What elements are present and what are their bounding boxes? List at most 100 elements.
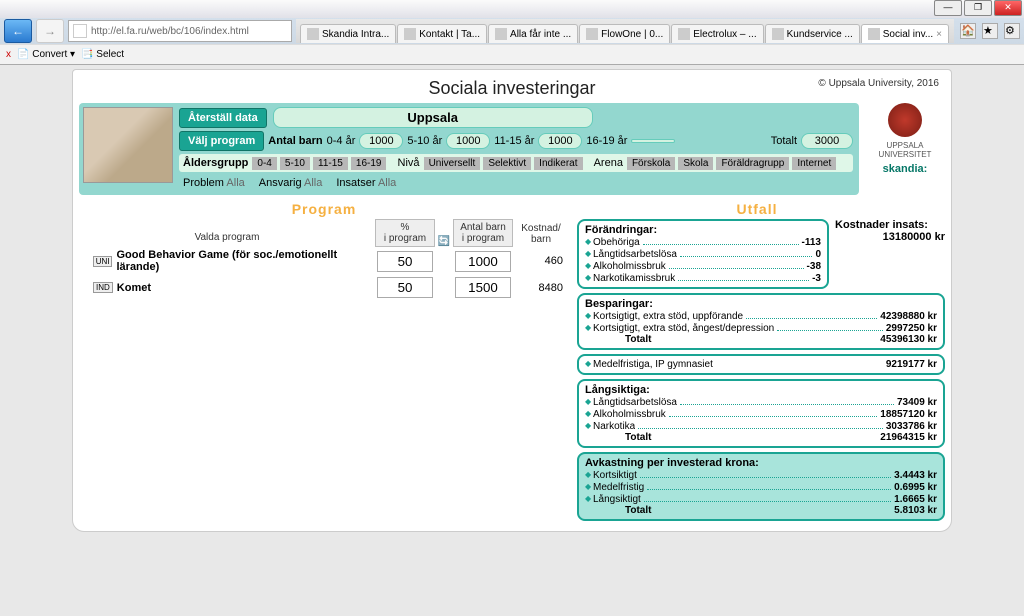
- browser-tab[interactable]: Kontakt | Ta...: [397, 24, 487, 43]
- program-tag: IND: [93, 282, 113, 293]
- besparingar-item-value: 42398880 kr: [880, 311, 937, 322]
- browser-tab[interactable]: Skandia Intra...: [300, 24, 396, 43]
- tab-favicon-icon: [772, 28, 784, 40]
- besparingar-item-label: Kortsigtigt, extra stöd, uppförande: [585, 311, 743, 322]
- tab-favicon-icon: [495, 28, 507, 40]
- niva-filter-pill[interactable]: Universellt: [424, 157, 481, 170]
- age-group-input[interactable]: 1000: [538, 133, 582, 149]
- tab-label: Social inv...: [883, 29, 933, 40]
- age-group-input[interactable]: 1000: [359, 133, 403, 149]
- antal-barn-label: Antal barn: [268, 135, 322, 147]
- roi-item-label: Kortsiktigt: [585, 470, 637, 481]
- problem-value[interactable]: Alla: [226, 177, 244, 189]
- program-antal-input[interactable]: [455, 251, 511, 272]
- problem-label: Problem: [183, 177, 224, 189]
- tab-label: Kundservice ...: [787, 29, 853, 40]
- titlebar: — ❐ ✕: [0, 0, 1024, 18]
- niva-filter-pill[interactable]: Selektivt: [483, 157, 531, 170]
- age-filter-pill[interactable]: 16-19: [351, 157, 387, 170]
- program-pct-input[interactable]: [377, 277, 433, 298]
- browser-chrome: — ❐ ✕ ← → http://el.fa.ru/web/bc/106/ind…: [0, 0, 1024, 65]
- program-pct-input[interactable]: [377, 251, 433, 272]
- age-group-label: 0-4 år: [327, 135, 356, 147]
- program-antal-input[interactable]: [455, 277, 511, 298]
- url-bar[interactable]: http://el.fa.ru/web/bc/106/index.html: [68, 20, 292, 42]
- arena-filter-pill[interactable]: Skola: [678, 157, 713, 170]
- program-kost: 460: [513, 255, 569, 267]
- insatser-value[interactable]: Alla: [378, 177, 396, 189]
- municipality-selector[interactable]: Uppsala: [273, 107, 593, 128]
- program-name[interactable]: Good Behavior Game (för soc./emotionellt…: [116, 249, 375, 273]
- kostnader-label: Kostnader insats:: [835, 219, 945, 231]
- tools-icon[interactable]: ⚙: [1004, 23, 1020, 39]
- forandringar-item-label: Långtidsarbetslösa: [585, 249, 677, 260]
- medel-value: 9219177 kr: [886, 359, 937, 370]
- langsiktiga-card: Långsiktiga: Långtidsarbetslösa73409 krA…: [577, 379, 945, 448]
- toolbar-close-icon[interactable]: x: [6, 49, 11, 60]
- tab-favicon-icon: [307, 28, 319, 40]
- select-button[interactable]: 📑 Select: [81, 49, 124, 60]
- besparingar-item: Kortsigtigt, extra stöd, ångest/depressi…: [585, 322, 937, 334]
- window-minimize-button[interactable]: —: [934, 0, 962, 16]
- lang-item-value: 3033786 kr: [886, 421, 937, 432]
- browser-tab[interactable]: FlowOne | 0...: [579, 24, 670, 43]
- besparingar-card: Besparingar: Kortsigtigt, extra stöd, up…: [577, 293, 945, 350]
- forandringar-item: Långtidsarbetslösa0: [585, 248, 821, 260]
- program-column: Valda program %i program 🔄 Antal barni p…: [79, 219, 569, 521]
- kostnader-block: Kostnader insats: 13180000 kr: [835, 219, 945, 289]
- utfall-column: Förändringar: Obehöriga-113Långtidsarbet…: [577, 219, 945, 521]
- programs-head-antal: Antal barni program: [453, 219, 513, 247]
- choose-program-button[interactable]: Välj program: [179, 131, 264, 151]
- header-photo: [83, 107, 173, 183]
- roi-item-value: 1.6665 kr: [894, 494, 937, 505]
- roi-item-label: Långsiktigt: [585, 494, 641, 505]
- age-group-input[interactable]: [631, 139, 675, 143]
- forandringar-item-value: -3: [812, 273, 821, 284]
- tab-close-icon[interactable]: ×: [936, 29, 942, 40]
- restore-data-button[interactable]: Återställ data: [179, 108, 267, 128]
- age-filter-pill[interactable]: 0-4: [252, 157, 276, 170]
- age-filter-pill[interactable]: 11-15: [313, 157, 348, 170]
- problem-row: Problem Alla Ansvarig Alla Insatser Alla: [179, 175, 853, 191]
- age-filter-pill[interactable]: 5-10: [280, 157, 310, 170]
- tab-label: FlowOne | 0...: [601, 29, 663, 40]
- ansvarig-value[interactable]: Alla: [304, 177, 322, 189]
- tab-strip: Skandia Intra...Kontakt | Ta...Alla får …: [296, 19, 954, 43]
- browser-tab[interactable]: Social inv... ×: [861, 24, 949, 43]
- besparingar-title: Besparingar:: [585, 298, 653, 310]
- forandringar-title: Förändringar:: [585, 224, 657, 236]
- program-name[interactable]: Komet: [117, 282, 151, 294]
- window-maximize-button[interactable]: ❐: [964, 0, 992, 16]
- browser-tab[interactable]: Electrolux – ...: [671, 24, 763, 43]
- program-row: INDKomet8480: [79, 275, 569, 300]
- window-close-button[interactable]: ✕: [994, 0, 1022, 16]
- program-tag: UNI: [93, 256, 113, 267]
- roi-item: Medelfristig0.6995 kr: [585, 481, 937, 493]
- arena-filter-pill[interactable]: Föräldragrupp: [716, 157, 789, 170]
- tab-favicon-icon: [404, 28, 416, 40]
- age-group-input[interactable]: 1000: [446, 133, 490, 149]
- forandringar-item-label: Obehöriga: [585, 237, 640, 248]
- refresh-icon[interactable]: 🔄: [435, 236, 453, 247]
- programs-head-pct: %i program: [375, 219, 435, 247]
- nav-forward-button[interactable]: →: [36, 19, 64, 43]
- forandringar-card: Förändringar: Obehöriga-113Långtidsarbet…: [577, 219, 829, 289]
- arena-filter-pill[interactable]: Förskola: [627, 157, 675, 170]
- browser-tab[interactable]: Kundservice ...: [765, 24, 860, 43]
- tab-favicon-icon: [586, 28, 598, 40]
- totalt-label: Totalt: [771, 135, 797, 147]
- favorites-icon[interactable]: ★: [982, 23, 998, 39]
- nav-back-button[interactable]: ←: [4, 19, 32, 43]
- insatser-label: Insatser: [336, 177, 375, 189]
- medel-label: Medelfristiga, IP gymnasiet: [585, 359, 713, 370]
- arena-filter-pill[interactable]: Internet: [792, 157, 836, 170]
- besparingar-item: Kortsigtigt, extra stöd, uppförande 42398…: [585, 310, 937, 322]
- convert-button[interactable]: 📄 Convert ▾: [17, 49, 75, 60]
- url-text: http://el.fa.ru/web/bc/106/index.html: [91, 26, 249, 37]
- roi-item: Långsiktigt 1.6665 kr: [585, 493, 937, 505]
- age-inputs: 0-4 år10005-10 år100011-15 år100016-19 å…: [327, 133, 676, 149]
- browser-tab[interactable]: Alla får inte ...: [488, 24, 578, 43]
- home-icon[interactable]: 🏠: [960, 23, 976, 39]
- roi-item-value: 0.6995 kr: [894, 482, 937, 493]
- niva-filter-pill[interactable]: Indikerat: [534, 157, 582, 170]
